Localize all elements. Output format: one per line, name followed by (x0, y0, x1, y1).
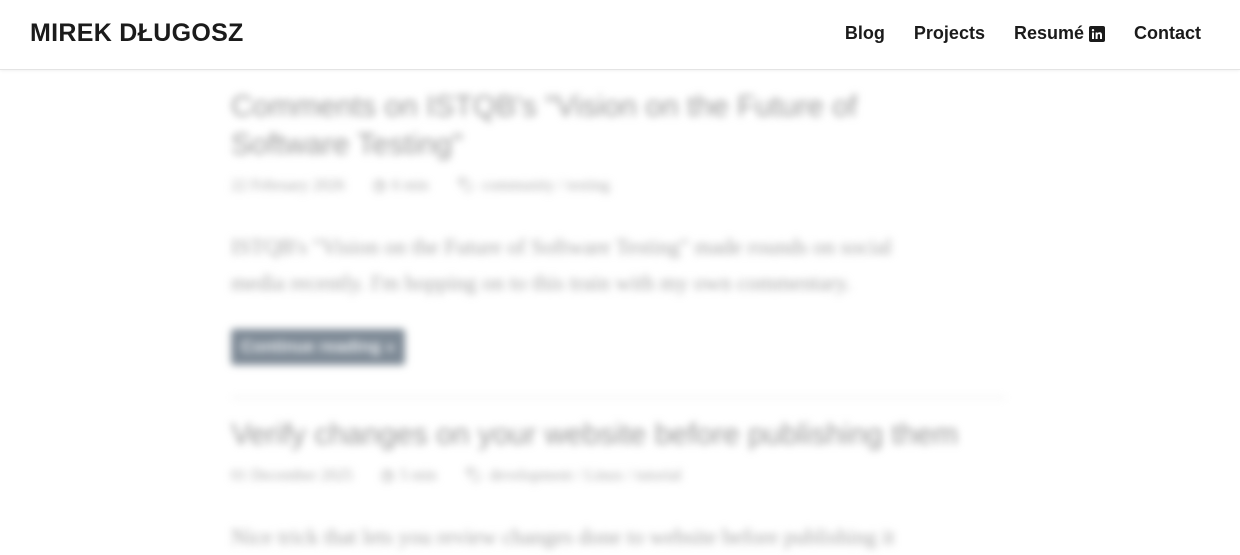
excerpt-line: media recently. I'm hopping on to this t… (231, 270, 852, 295)
post-entry: Verify changes on your website before pu… (231, 416, 1011, 555)
nav-projects[interactable]: Projects (914, 23, 985, 44)
post-title-line: Verify changes on your website before pu… (231, 418, 959, 451)
read-time-value: 6 min (391, 176, 429, 194)
post-divider (231, 397, 1006, 398)
post-tags: 🏷 community / testing (457, 176, 610, 195)
post-title-line: Comments on ISTQB's "Vision on the Futur… (231, 90, 858, 123)
nav-resume-label: Resumé (1013, 23, 1084, 43)
main-nav: Blog Projects Resumé Contact (845, 23, 1201, 44)
excerpt-line: Nice trick that lets you review changes … (231, 524, 895, 549)
tag-icon: 🏷 (464, 468, 484, 484)
tags-value[interactable]: community / testing (482, 177, 610, 195)
post-excerpt: ISTQB's "Vision on the Future of Softwar… (231, 229, 1011, 301)
nav-blog[interactable]: Blog (845, 23, 885, 44)
clock-icon: ◷ (380, 468, 394, 484)
linkedin-icon (1089, 25, 1105, 42)
nav-resume[interactable]: Resumé (1014, 23, 1105, 44)
continue-reading-button[interactable]: Continue reading » (231, 329, 405, 365)
post-title[interactable]: Verify changes on your website before pu… (231, 416, 1011, 454)
post-meta: 22 February 2026 ◷ 6 min 🏷 community / t… (231, 176, 1011, 195)
site-header: MIREK DŁUGOSZ Blog Projects Resumé Conta… (0, 0, 1240, 70)
post-entry: Comments on ISTQB's "Vision on the Futur… (231, 88, 1011, 398)
post-meta: 01 December 2025 ◷ 5 min 🏷 development /… (231, 466, 1011, 485)
tag-icon: 🏷 (456, 178, 476, 194)
tags-value[interactable]: development / Linux / tutorial (490, 467, 682, 485)
post-read-time: ◷ 5 min (381, 466, 437, 485)
site-title[interactable]: MIREK DŁUGOSZ (30, 19, 244, 48)
read-time-value: 5 min (399, 466, 437, 484)
post-tags: 🏷 development / Linux / tutorial (465, 466, 682, 485)
post-title-line: Software Testing" (231, 128, 463, 161)
post-excerpt: Nice trick that lets you review changes … (231, 519, 1011, 555)
post-read-time: ◷ 6 min (373, 176, 429, 195)
nav-contact[interactable]: Contact (1134, 23, 1201, 44)
post-date: 01 December 2025 (231, 466, 353, 484)
excerpt-line: ISTQB's "Vision on the Future of Softwar… (231, 234, 892, 259)
post-title[interactable]: Comments on ISTQB's "Vision on the Futur… (231, 88, 1011, 164)
post-list: Comments on ISTQB's "Vision on the Futur… (231, 70, 1011, 555)
clock-icon: ◷ (372, 178, 386, 194)
post-date: 22 February 2026 (231, 176, 345, 194)
